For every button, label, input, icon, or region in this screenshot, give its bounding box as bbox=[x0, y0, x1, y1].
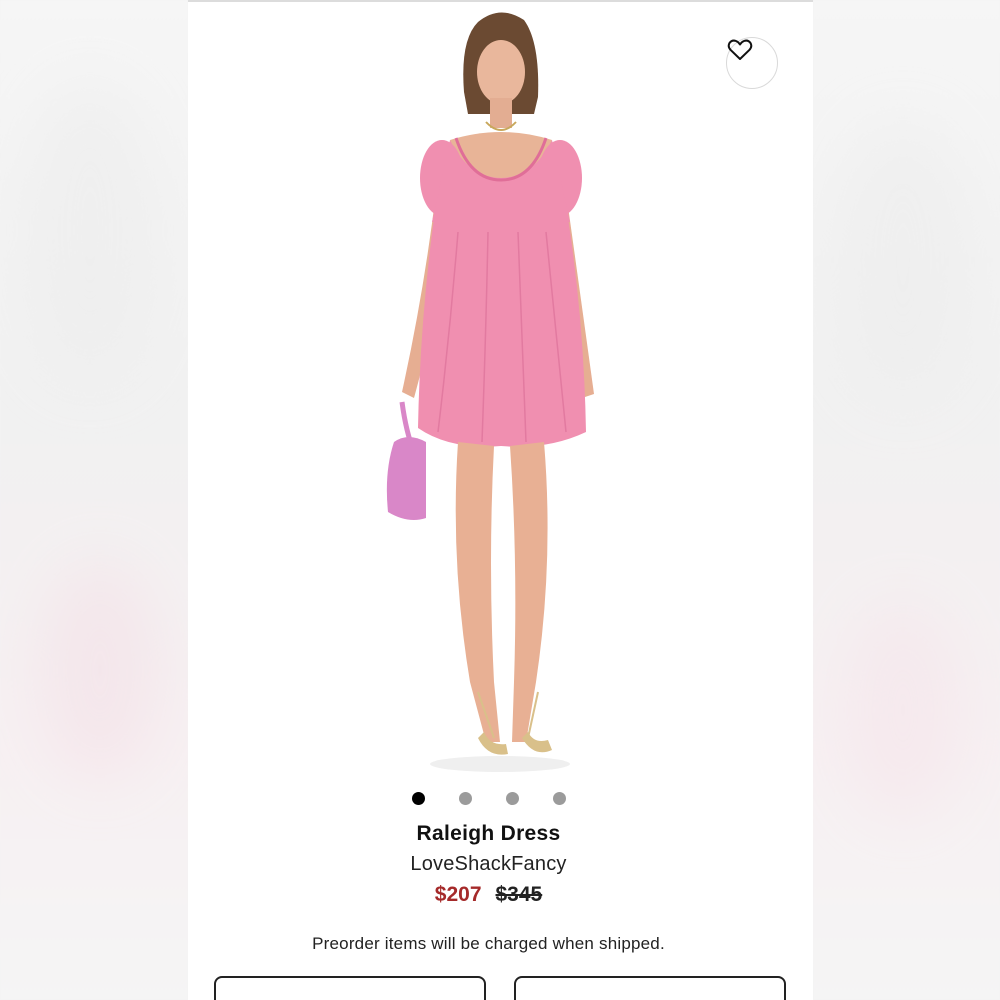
size-select[interactable] bbox=[514, 976, 786, 1000]
product-image[interactable] bbox=[188, 2, 813, 777]
preorder-notice: Preorder items will be charged when ship… bbox=[312, 934, 665, 953]
original-price: $345 bbox=[495, 883, 543, 906]
color-select[interactable] bbox=[214, 976, 486, 1000]
carousel-dot-1[interactable] bbox=[411, 791, 425, 805]
product-page: Raleigh Dress LoveShackFancy $207 $345 P… bbox=[188, 0, 813, 1000]
product-brand[interactable]: LoveShackFancy bbox=[188, 853, 801, 876]
favorite-button[interactable] bbox=[726, 37, 778, 89]
carousel-dot-4[interactable] bbox=[552, 791, 566, 805]
carousel-dot-3[interactable] bbox=[505, 791, 519, 805]
background-right bbox=[813, 0, 1000, 1000]
price-row: $207 $345 bbox=[188, 883, 801, 907]
product-title: Raleigh Dress bbox=[416, 822, 561, 845]
model-illustration bbox=[386, 12, 594, 772]
sale-price: $207 bbox=[434, 883, 482, 906]
carousel-dot-2[interactable] bbox=[458, 791, 472, 805]
background-left bbox=[0, 0, 188, 1000]
image-carousel-dots bbox=[188, 790, 801, 806]
